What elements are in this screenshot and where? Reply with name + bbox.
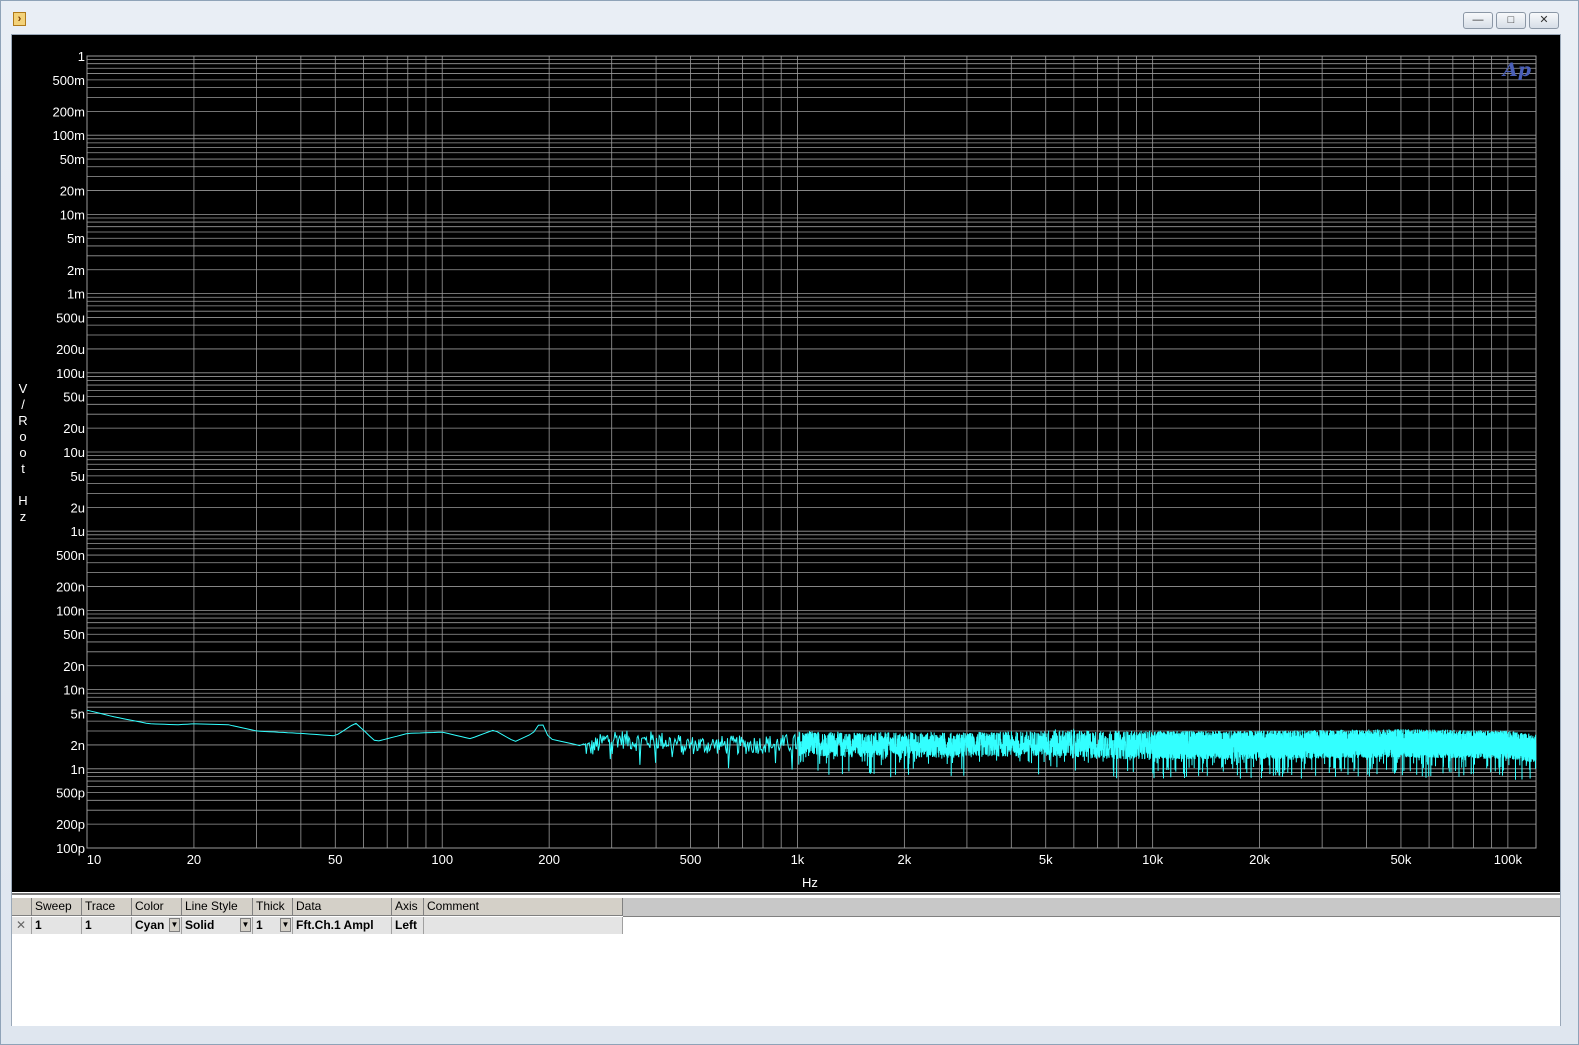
y-tick-label: 10m	[60, 207, 85, 222]
cell-thick[interactable]: 1 ▼	[253, 917, 293, 934]
cell-comment[interactable]	[424, 917, 623, 934]
y-tick-label: 20m	[60, 184, 85, 199]
y-tick-label: 100u	[56, 366, 85, 381]
chevron-down-icon[interactable]: ▼	[169, 918, 180, 932]
minimize-icon: —	[1472, 14, 1484, 26]
y-tick-label: 100p	[56, 841, 85, 856]
maximize-button[interactable]: □	[1496, 12, 1526, 29]
table-header-filler	[623, 898, 1560, 917]
x-tick-label: 20	[187, 852, 201, 867]
x-tick-label: 2k	[898, 852, 912, 867]
table-header-select[interactable]	[12, 898, 32, 916]
table-header-color[interactable]: Color	[132, 898, 182, 916]
x-axis-label: Hz	[802, 875, 818, 890]
y-tick-label: 5u	[71, 469, 85, 484]
y-tick-label: 1	[78, 49, 85, 64]
minimize-button[interactable]: —	[1463, 12, 1493, 29]
table-header-data[interactable]: Data	[293, 898, 392, 916]
x-tick-labels: 10 20 50 100 200 500 1k 2k 5k 10k 20k 50k 100k	[87, 852, 1523, 867]
x-tick-label: 1k	[791, 852, 805, 867]
x-tick-label: 100	[431, 852, 453, 867]
cell-trace[interactable]: 1	[82, 917, 132, 934]
y-tick-label: 5n	[71, 706, 85, 721]
trace-table: Sweep Trace Color Line Style Thick Data …	[12, 893, 1560, 1026]
y-axis-label: V / Ro o t Hz	[18, 381, 27, 524]
table-header-trace[interactable]: Trace	[82, 898, 132, 916]
x-tick-label: 50k	[1390, 852, 1411, 867]
graph-client-area: 1 500m 200m 100m 50m 20m 10m 5m 2m 1m 500u 200u 100u…	[11, 34, 1561, 1026]
y-tick-label: 2n	[71, 738, 85, 753]
y-tick-label: 1m	[67, 287, 85, 302]
y-tick-label: 5m	[67, 231, 85, 246]
close-icon: ✕	[1539, 14, 1549, 26]
y-tick-label: 50n	[63, 627, 85, 642]
color-value: Cyan	[135, 918, 165, 932]
cell-axis[interactable]: Left	[392, 917, 424, 934]
y-tick-label: 200m	[52, 104, 85, 119]
y-tick-label: 1n	[71, 762, 85, 777]
y-tick-label: 100m	[52, 128, 85, 143]
chevron-down-icon[interactable]: ▼	[280, 918, 291, 932]
y-tick-label: 100n	[56, 603, 85, 618]
y-tick-label: 200p	[56, 817, 85, 832]
y-tick-labels: 1 500m 200m 100m 50m 20m 10m 5m 2m 1m 500u 200u 100u…	[52, 49, 85, 856]
table-header-sweep[interactable]: Sweep	[32, 898, 82, 916]
x-tick-label: 200	[538, 852, 560, 867]
x-tick-label: 100k	[1494, 852, 1523, 867]
y-tick-label: 50u	[63, 390, 85, 405]
y-tick-label: 500p	[56, 786, 85, 801]
table-header-comment[interactable]: Comment	[424, 898, 623, 916]
cell-line-style[interactable]: Solid ▼	[182, 917, 253, 934]
y-tick-label: 500u	[56, 310, 85, 325]
y-tick-label: 10u	[63, 445, 85, 460]
thick-value: 1	[256, 918, 263, 932]
y-tick-label: 1u	[71, 524, 85, 539]
app-icon: ›	[13, 12, 26, 26]
x-tick-label: 500	[680, 852, 702, 867]
y-tick-label: 2u	[71, 500, 85, 515]
x-tick-label: 5k	[1039, 852, 1053, 867]
x-tick-label: 50	[328, 852, 342, 867]
cell-sweep[interactable]: 1	[32, 917, 82, 934]
table-header-axis[interactable]: Axis	[392, 898, 424, 916]
x-tick-label: 10	[87, 852, 101, 867]
y-tick-label: 200n	[56, 580, 85, 595]
y-tick-label: 10n	[63, 683, 85, 698]
y-tick-label: 50m	[60, 152, 85, 167]
maximize-icon: □	[1507, 14, 1515, 26]
title-bar[interactable]: › — □ ✕	[2, 2, 1577, 32]
row-select-checkbox[interactable]: ✕	[12, 917, 32, 934]
application-window: › — □ ✕ 1 500m 200m 100m 50m 20m 10m 5m 2m 1m 500u…	[0, 0, 1579, 1045]
y-tick-label: 500n	[56, 548, 85, 563]
line-style-value: Solid	[185, 918, 215, 932]
table-header-line-style[interactable]: Line Style	[182, 898, 253, 916]
x-tick-label: 10k	[1142, 852, 1163, 867]
y-tick-label: 2m	[67, 263, 85, 278]
y-tick-label: 20n	[63, 659, 85, 674]
ap-logo: Ap	[1501, 59, 1532, 81]
x-tick-label: 20k	[1249, 852, 1270, 867]
cell-color[interactable]: Cyan ▼	[132, 917, 182, 934]
close-button[interactable]: ✕	[1529, 12, 1559, 29]
y-tick-label: 500m	[52, 73, 85, 88]
table-header-thick[interactable]: Thick	[253, 898, 293, 916]
y-tick-label: 200u	[56, 342, 85, 357]
chevron-down-icon[interactable]: ▼	[240, 918, 251, 932]
fft-graph[interactable]: 1 500m 200m 100m 50m 20m 10m 5m 2m 1m 500u 200u 100u…	[12, 35, 1560, 892]
y-tick-label: 20u	[63, 421, 85, 436]
grid-lines	[86, 55, 1537, 849]
cell-data[interactable]: Fft.Ch.1 Ampl	[293, 917, 392, 934]
